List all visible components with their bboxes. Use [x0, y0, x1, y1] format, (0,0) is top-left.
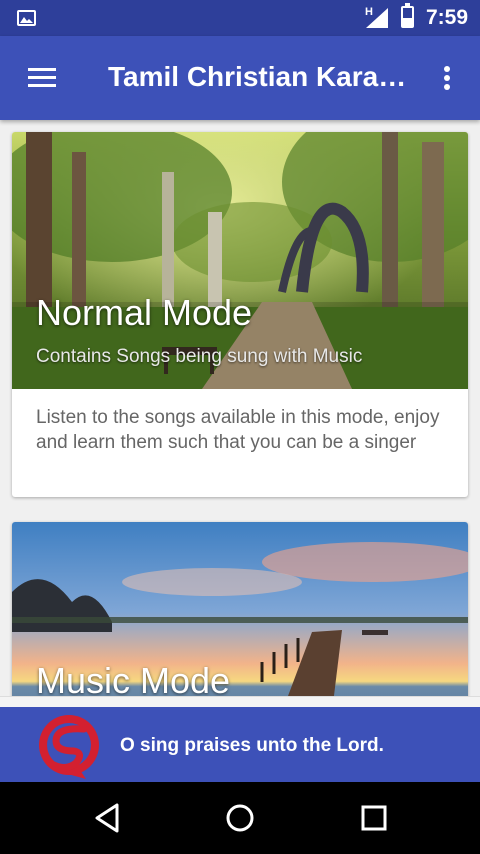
- image-icon: [17, 10, 36, 26]
- hamburger-menu-icon[interactable]: [28, 68, 56, 88]
- card-subtitle: Contains Songs being sung with Music: [36, 346, 363, 367]
- home-icon[interactable]: [224, 802, 256, 834]
- card-title: Music Mode: [36, 660, 231, 696]
- signal-icon: [366, 8, 388, 28]
- footer-banner[interactable]: O sing praises unto the Lord.: [0, 707, 480, 782]
- card-description: Listen to the songs available in this mo…: [36, 407, 440, 453]
- music-mode-card[interactable]: Music Mode: [12, 522, 468, 696]
- status-time: 7:59: [426, 6, 469, 29]
- card-title: Normal Mode: [36, 292, 253, 333]
- recents-icon[interactable]: [360, 802, 388, 834]
- navigation-bar: [0, 782, 480, 854]
- battery-icon: [401, 3, 414, 28]
- normal-mode-card[interactable]: Normal Mode Contains Songs being sung wi…: [12, 132, 468, 497]
- more-vertical-icon[interactable]: [440, 66, 454, 92]
- app-logo: [39, 715, 99, 779]
- app-title: Tamil Christian Kara…: [108, 61, 407, 92]
- ad-divider: [0, 696, 480, 707]
- mode-list[interactable]: Normal Mode Contains Songs being sung wi…: [0, 120, 480, 696]
- status-bar: H 7:59: [0, 0, 480, 36]
- banner-text: O sing praises unto the Lord.: [120, 735, 384, 756]
- back-icon[interactable]: [94, 802, 120, 834]
- forest-path-image: Normal Mode Contains Songs being sung wi…: [12, 132, 468, 389]
- app-bar: Tamil Christian Kara…: [0, 36, 480, 120]
- lake-sunset-image: Music Mode: [12, 522, 468, 696]
